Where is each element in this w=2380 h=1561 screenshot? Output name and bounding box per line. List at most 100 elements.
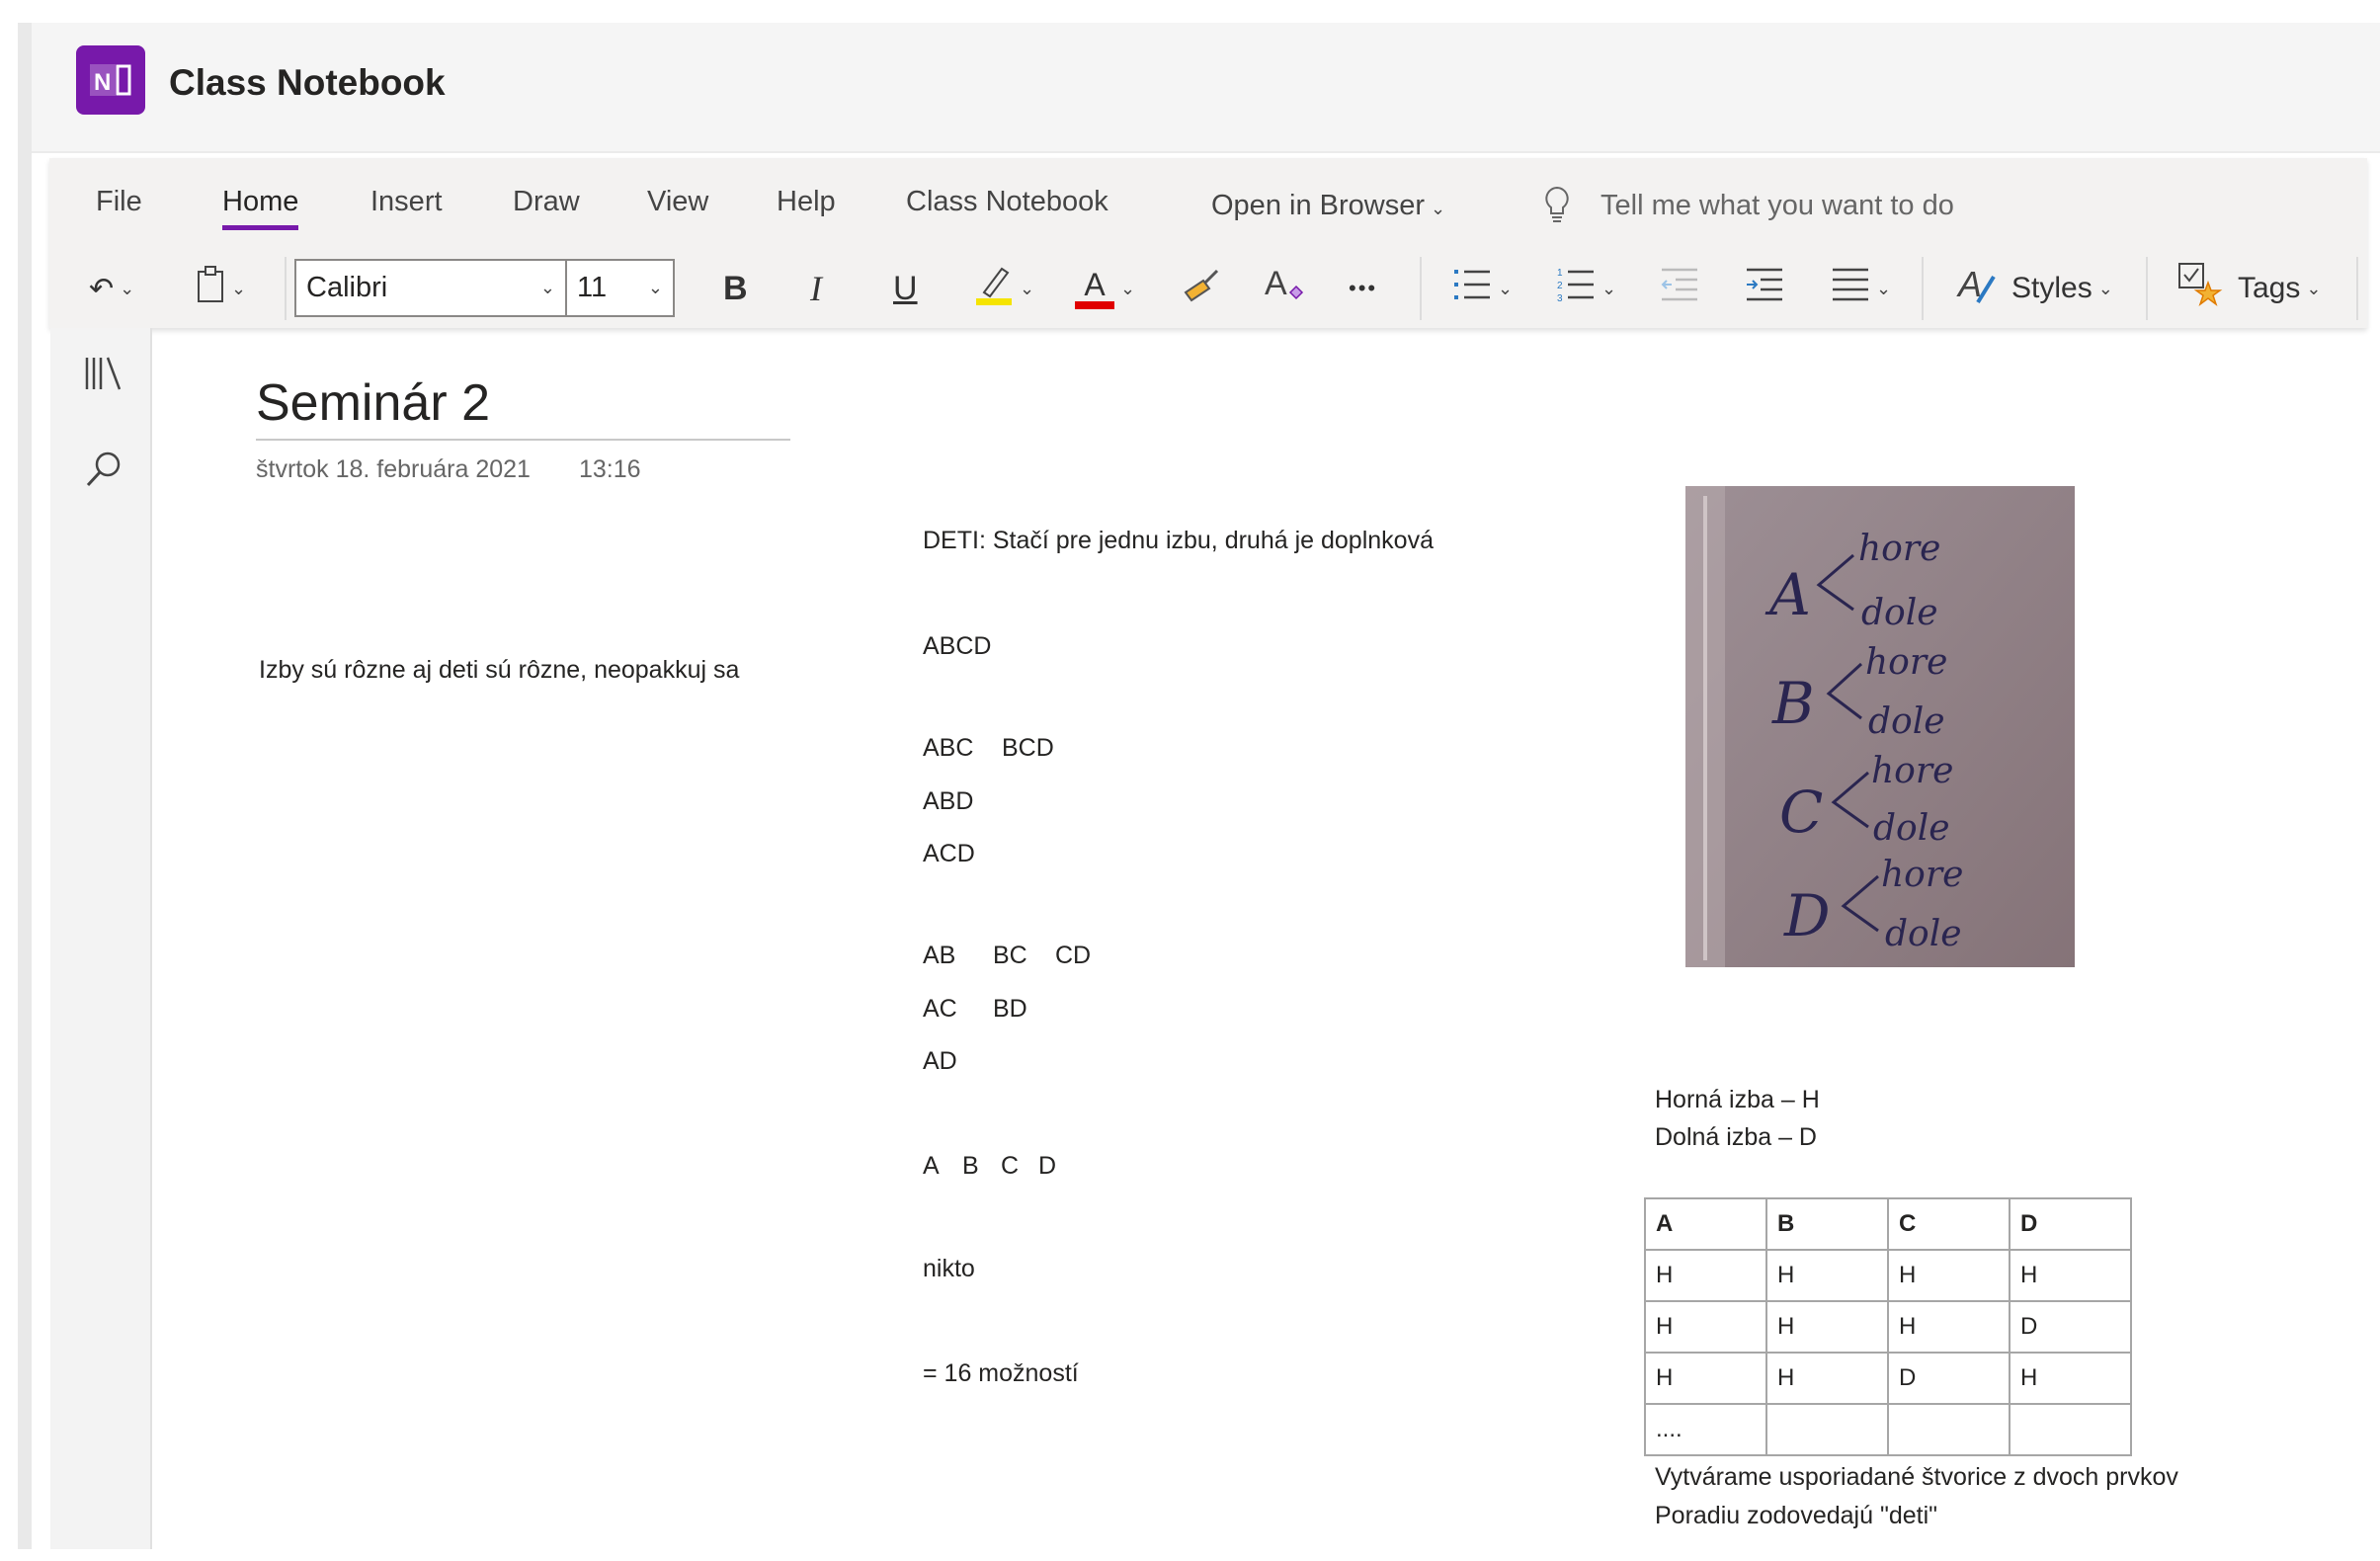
chevron-down-icon: ⌄ (647, 278, 663, 297)
pair-bd: BD (993, 995, 1027, 1023)
table-cell[interactable]: D (2009, 1300, 2132, 1354)
table-header-cell[interactable]: A (1644, 1197, 1767, 1251)
svg-text:N: N (94, 69, 111, 96)
handwritten-photo[interactable]: A B C D hore dole hore dole hore dole ho… (1685, 486, 2075, 967)
table-cell[interactable]: H (1644, 1352, 1767, 1405)
format-painter-icon (1182, 265, 1221, 312)
increase-indent-button[interactable] (1745, 263, 1784, 314)
note-deti[interactable]: DETI: Stačí pre jednu izbu, druhá je dop… (923, 527, 1434, 555)
table-cell[interactable]: H (1644, 1300, 1767, 1354)
table-cell[interactable]: .... (1644, 1403, 1767, 1456)
note-abcd[interactable]: ABCD (923, 632, 991, 661)
triple-acd: ACD (923, 840, 975, 867)
svg-text:A: A (1265, 265, 1287, 302)
separator (1922, 257, 1924, 320)
navigation-rail (50, 328, 152, 1549)
legend-lower-room: Dolná izba – D (1655, 1123, 1817, 1151)
chevron-down-icon: ⌄ (1498, 278, 1514, 298)
table-cell[interactable]: H (1765, 1249, 1889, 1302)
undo-button[interactable]: ↶ ⌄ (89, 263, 134, 314)
legend-upper-room: Horná izba – H (1655, 1086, 1820, 1113)
italic-button[interactable]: I (810, 263, 822, 314)
font-color-icon: A (1075, 268, 1114, 309)
tell-me-search[interactable]: Tell me what you want to do (1600, 190, 1954, 222)
title-underline (256, 439, 790, 441)
tab-draw[interactable]: Draw (513, 186, 580, 218)
svg-text:2: 2 (1557, 281, 1563, 291)
pair-ad: AD (923, 1047, 957, 1075)
chevron-down-icon: ⌄ (2097, 278, 2113, 298)
indent-icon (1745, 267, 1784, 310)
separator (2356, 257, 2358, 320)
table-header-cell[interactable]: D (2009, 1197, 2132, 1251)
search-icon[interactable] (79, 450, 128, 499)
table-header-cell[interactable]: B (1765, 1197, 1889, 1251)
tab-class-notebook[interactable]: Class Notebook (906, 186, 1108, 218)
table-header-row: A B C D (1644, 1197, 2132, 1251)
tab-help[interactable]: Help (777, 186, 836, 218)
paste-button[interactable]: ⌄ (196, 263, 246, 314)
table-cell[interactable]: H (1887, 1300, 2011, 1354)
tags-label: Tags (2238, 272, 2301, 304)
single-a: A (923, 1152, 940, 1180)
triple-abd: ABD (923, 787, 974, 815)
tags-button[interactable]: Tags ⌄ (2176, 263, 2321, 314)
triple-abc: ABC (923, 734, 974, 762)
font-size-value: 11 (577, 272, 608, 303)
highlight-button[interactable]: ⌄ (974, 263, 1034, 314)
more-options-button[interactable]: ••• (1349, 263, 1377, 314)
tab-insert[interactable]: Insert (370, 186, 443, 218)
tab-view[interactable]: View (647, 186, 708, 218)
bullet-list-icon (1452, 267, 1492, 310)
chevron-down-icon: ⌄ (539, 278, 555, 297)
notebooks-library-icon[interactable] (79, 354, 128, 403)
svg-text:B: B (1771, 670, 1815, 737)
table-row: H H H D (1644, 1300, 2132, 1354)
styles-label: Styles (2011, 272, 2093, 304)
table-cell[interactable]: D (1887, 1352, 2011, 1405)
clipboard-icon (196, 265, 225, 312)
tab-home[interactable]: Home (222, 186, 299, 230)
chevron-down-icon: ⌄ (1876, 278, 1892, 298)
bullets-button[interactable]: ⌄ (1452, 263, 1513, 314)
table-cell[interactable]: H (2009, 1249, 2132, 1302)
clear-formatting-button[interactable]: A (1263, 263, 1306, 314)
font-color-glyph: A (1084, 267, 1106, 302)
table-header-cell[interactable]: C (1887, 1197, 2011, 1251)
align-left-icon (1831, 267, 1870, 310)
font-name-select[interactable]: Calibri ⌄ (294, 259, 567, 317)
table-cell[interactable]: H (1765, 1352, 1889, 1405)
page-title[interactable]: Seminár 2 (256, 373, 490, 433)
font-color-button[interactable]: A ⌄ (1075, 263, 1135, 314)
tab-file[interactable]: File (96, 186, 142, 218)
bold-button[interactable]: B (723, 263, 748, 314)
styles-button[interactable]: A Styles ⌄ (1956, 263, 2113, 314)
note-rooms-children[interactable]: Izby sú rôzne aj deti sú rôzne, neopakku… (259, 656, 739, 685)
chevron-down-icon: ⌄ (120, 278, 135, 298)
table-cell[interactable]: H (1765, 1300, 1889, 1354)
align-button[interactable]: ⌄ (1831, 263, 1891, 314)
separator (1420, 257, 1422, 320)
chevron-down-icon: ⌄ (231, 278, 247, 298)
open-in-browser-button[interactable]: Open in Browser ⌄ (1211, 190, 1445, 222)
format-painter-button[interactable] (1182, 263, 1221, 314)
table-row: .... (1644, 1403, 2132, 1456)
table-row: H H H H (1644, 1249, 2132, 1302)
numbered-list-icon: 1 2 3 (1556, 267, 1596, 310)
table-cell[interactable] (1765, 1403, 1889, 1456)
decrease-indent-button[interactable] (1660, 263, 1699, 314)
numbering-button[interactable]: 1 2 3 ⌄ (1556, 263, 1616, 314)
pair-ab: AB (923, 942, 956, 969)
table-cell[interactable]: H (2009, 1352, 2132, 1405)
font-name-value: Calibri (306, 272, 388, 303)
underline-button[interactable]: U (893, 263, 918, 314)
table-cell[interactable] (1887, 1403, 2011, 1456)
svg-text:dole: dole (1885, 914, 1962, 954)
chevron-down-icon: ⌄ (1020, 278, 1035, 298)
table-cell[interactable]: H (1887, 1249, 2011, 1302)
table-cell[interactable] (2009, 1403, 2132, 1456)
svg-text:hore: hore (1881, 855, 1963, 895)
font-size-select[interactable]: 11 ⌄ (565, 259, 675, 317)
table-cell[interactable]: H (1644, 1249, 1767, 1302)
svg-text:3: 3 (1557, 293, 1563, 302)
